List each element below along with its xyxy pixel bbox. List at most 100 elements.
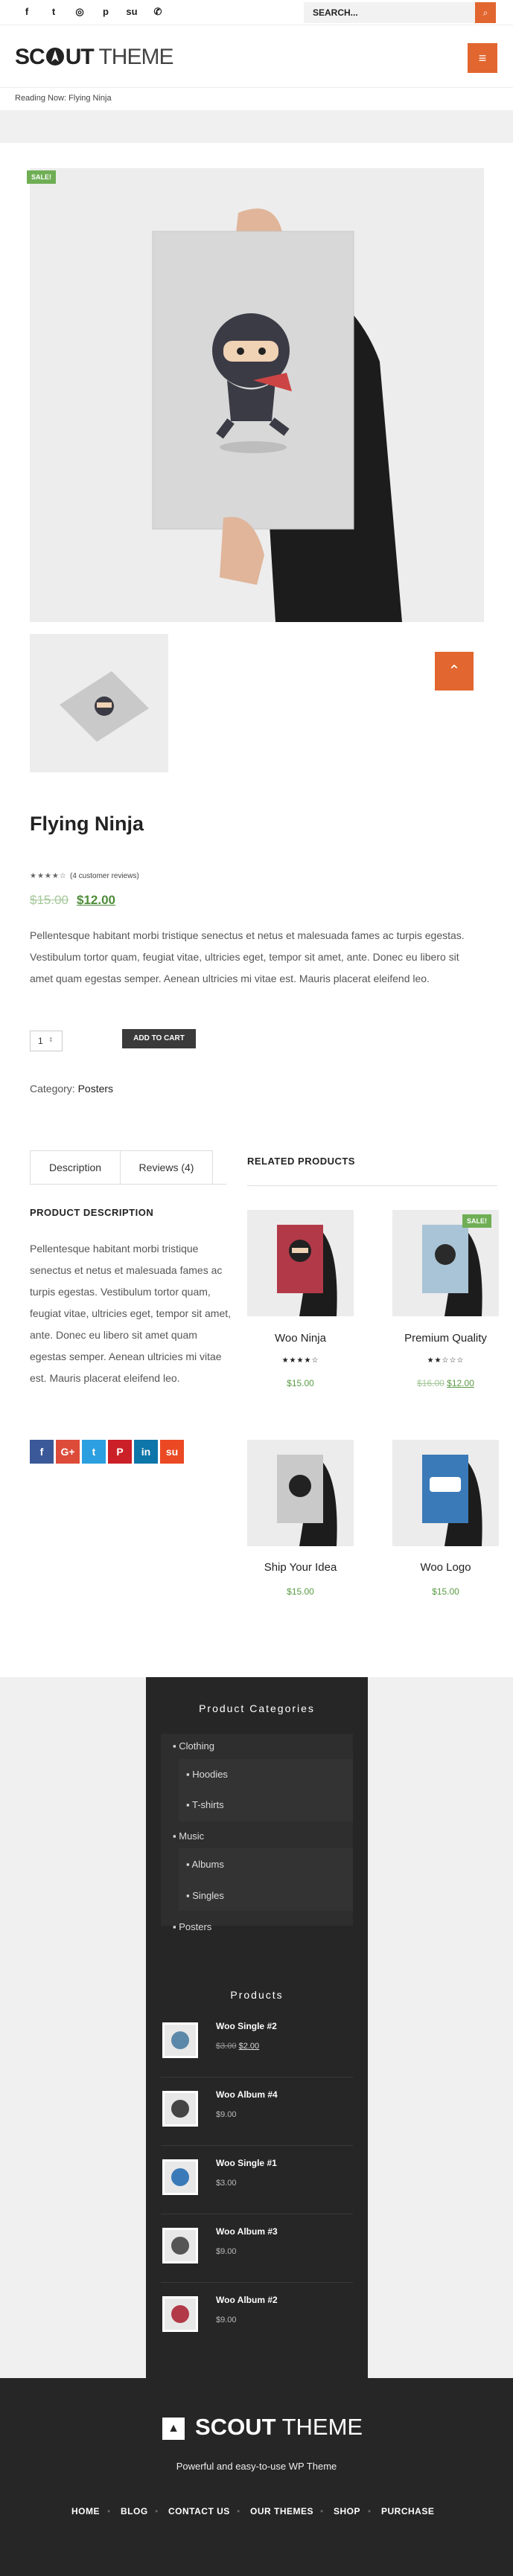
album-cover-image	[171, 2100, 189, 2118]
related-product-price: $15.00	[287, 1378, 314, 1388]
stepper-icon[interactable]: ⇕	[48, 1031, 54, 1050]
top-bar: f t ◎ p su ✆ SEARCH... ⌕	[0, 0, 513, 25]
old-price: $15.00	[30, 893, 68, 907]
category-singles[interactable]: ▪ Singles	[186, 1890, 224, 1901]
widget-product-row[interactable]: Woo Album #3 $9.00	[161, 2214, 353, 2283]
widget-product-thumb	[162, 2159, 198, 2195]
share-facebook-icon[interactable]: f	[30, 1440, 54, 1464]
whatsapp-icon[interactable]: ✆	[151, 5, 165, 19]
category-link[interactable]: Posters	[78, 1083, 113, 1095]
category-label: Singles	[192, 1890, 224, 1901]
description-text: Pellentesque habitant morbi tristique se…	[30, 1243, 232, 1384]
product-title: Flying Ninja	[30, 813, 144, 835]
reading-now: Reading Now: Flying Ninja	[15, 94, 112, 103]
related-product-name[interactable]: Premium Quality	[392, 1332, 499, 1345]
category-tshirts[interactable]: ▪ T-shirts	[186, 1799, 224, 1810]
widget-product-row[interactable]: Woo Single #1 $3.00	[161, 2146, 353, 2214]
share-linkedin-icon[interactable]: in	[134, 1440, 158, 1464]
category-label: Clothing	[179, 1740, 214, 1752]
widget-product-row[interactable]: Woo Album #4 $9.00	[161, 2077, 353, 2146]
footer-logo-bold: SCOUT	[195, 2414, 276, 2440]
widget-product-price: $9.00	[216, 2316, 237, 2325]
related-product-name[interactable]: Ship Your Idea	[247, 1561, 354, 1574]
share-pinterest-icon[interactable]: P	[108, 1440, 132, 1464]
category-music[interactable]: ▪ Music	[173, 1830, 204, 1842]
instagram-icon[interactable]: ◎	[73, 5, 86, 19]
widget-product-name[interactable]: Woo Single #2	[216, 2021, 277, 2031]
logo-compass-icon: ▲	[162, 2417, 185, 2440]
footer-tagline: Powerful and easy-to-use WP Theme	[176, 2461, 337, 2472]
related-product-stars: ★★☆☆☆	[427, 1356, 465, 1365]
woo-ninja-poster	[277, 1225, 337, 1316]
search-input[interactable]: SEARCH...	[304, 2, 475, 23]
sale-badge: SALE!	[27, 170, 56, 184]
stumbleupon-icon[interactable]: su	[125, 5, 138, 19]
related-product-image[interactable]	[247, 1210, 354, 1316]
share-stumbleupon-icon[interactable]: su	[160, 1440, 184, 1464]
widget-old-price: $3.00	[216, 2042, 237, 2051]
widget-product-name[interactable]: Woo Single #1	[216, 2158, 277, 2168]
widget-product-thumb	[162, 2228, 198, 2263]
footer-nav-purchase[interactable]: PURCHASE	[381, 2506, 434, 2516]
products-widget-title: Products	[230, 1989, 284, 2001]
related-sale-price: $12.00	[447, 1378, 474, 1388]
category-albums[interactable]: ▪ Albums	[186, 1859, 224, 1870]
nav-separator: •	[107, 2506, 111, 2516]
twitter-icon[interactable]: t	[47, 5, 60, 19]
category-label: Posters	[179, 1921, 212, 1932]
product-category: Category: Posters	[30, 1083, 113, 1095]
tab-reviews[interactable]: Reviews (4)	[121, 1150, 213, 1185]
share-twitter-icon[interactable]: t	[82, 1440, 106, 1464]
album-cover-image	[171, 2237, 189, 2255]
widget-product-thumb	[162, 2296, 198, 2332]
pinterest-icon[interactable]: p	[99, 5, 112, 19]
nav-separator: •	[320, 2506, 324, 2516]
tab-description[interactable]: Description	[30, 1150, 121, 1185]
search-button[interactable]: ⌕	[475, 2, 496, 23]
widget-product-price: $9.00	[216, 2247, 237, 2256]
related-product-price: $15.00	[432, 1586, 459, 1597]
widget-product-row[interactable]: Woo Album #2 $9.00	[161, 2283, 353, 2351]
sale-price: $12.00	[77, 893, 115, 907]
album-cover-image	[171, 2168, 189, 2186]
category-label: T-shirts	[192, 1799, 224, 1810]
product-thumbnail[interactable]	[30, 634, 168, 772]
related-product-price: $16.00 $12.00	[392, 1378, 499, 1388]
widget-product-name[interactable]: Woo Album #3	[216, 2226, 278, 2237]
product-main-image[interactable]	[30, 168, 484, 622]
logo-bold-2: UT	[65, 45, 95, 69]
widget-product-name[interactable]: Woo Album #4	[216, 2089, 278, 2100]
footer-nav-blog[interactable]: BLOG	[121, 2506, 148, 2516]
hamburger-icon: ≡	[478, 51, 487, 65]
footer-nav-our-themes[interactable]: OUR THEMES	[250, 2506, 313, 2516]
add-to-cart-button[interactable]: ADD TO CART	[122, 1029, 196, 1048]
thumbnail-image	[60, 671, 149, 742]
quantity-value: 1	[38, 1036, 43, 1046]
category-clothing[interactable]: ▪ Clothing	[173, 1740, 214, 1752]
category-label: Albums	[191, 1859, 224, 1870]
logo-light: THEME	[98, 45, 173, 69]
facebook-icon[interactable]: f	[20, 5, 34, 19]
ninja-poster-image	[30, 168, 484, 622]
widget-product-name[interactable]: Woo Album #2	[216, 2295, 278, 2305]
related-product-image[interactable]	[247, 1440, 354, 1546]
menu-button[interactable]: ≡	[468, 43, 497, 73]
nav-separator: •	[368, 2506, 372, 2516]
category-hoodies[interactable]: ▪ Hoodies	[186, 1769, 228, 1780]
footer-nav-shop[interactable]: SHOP	[334, 2506, 360, 2516]
quantity-input[interactable]: 1 ⇕	[30, 1031, 63, 1051]
widget-product-row[interactable]: Woo Single #2 $3.00 $2.00	[161, 2009, 353, 2077]
search-icon: ⌕	[482, 7, 488, 18]
related-product-image[interactable]	[392, 1440, 499, 1546]
share-google-plus-icon[interactable]: G+	[56, 1440, 80, 1464]
related-product-name[interactable]: Woo Logo	[392, 1561, 499, 1574]
reviews-link[interactable]: (4 customer reviews)	[70, 872, 139, 880]
site-logo[interactable]: SC UT THEME	[15, 45, 173, 70]
footer-nav-contact[interactable]: CONTACT US	[168, 2506, 230, 2516]
related-product-name[interactable]: Woo Ninja	[247, 1332, 354, 1345]
back-to-top-button[interactable]: ⌃	[435, 652, 474, 691]
footer-nav-home[interactable]: HOME	[71, 2506, 100, 2516]
logo-bold: SC	[15, 45, 45, 69]
footer-logo[interactable]: ▲ SCOUT THEME	[162, 2414, 363, 2441]
category-posters[interactable]: ▪ Posters	[173, 1921, 211, 1932]
